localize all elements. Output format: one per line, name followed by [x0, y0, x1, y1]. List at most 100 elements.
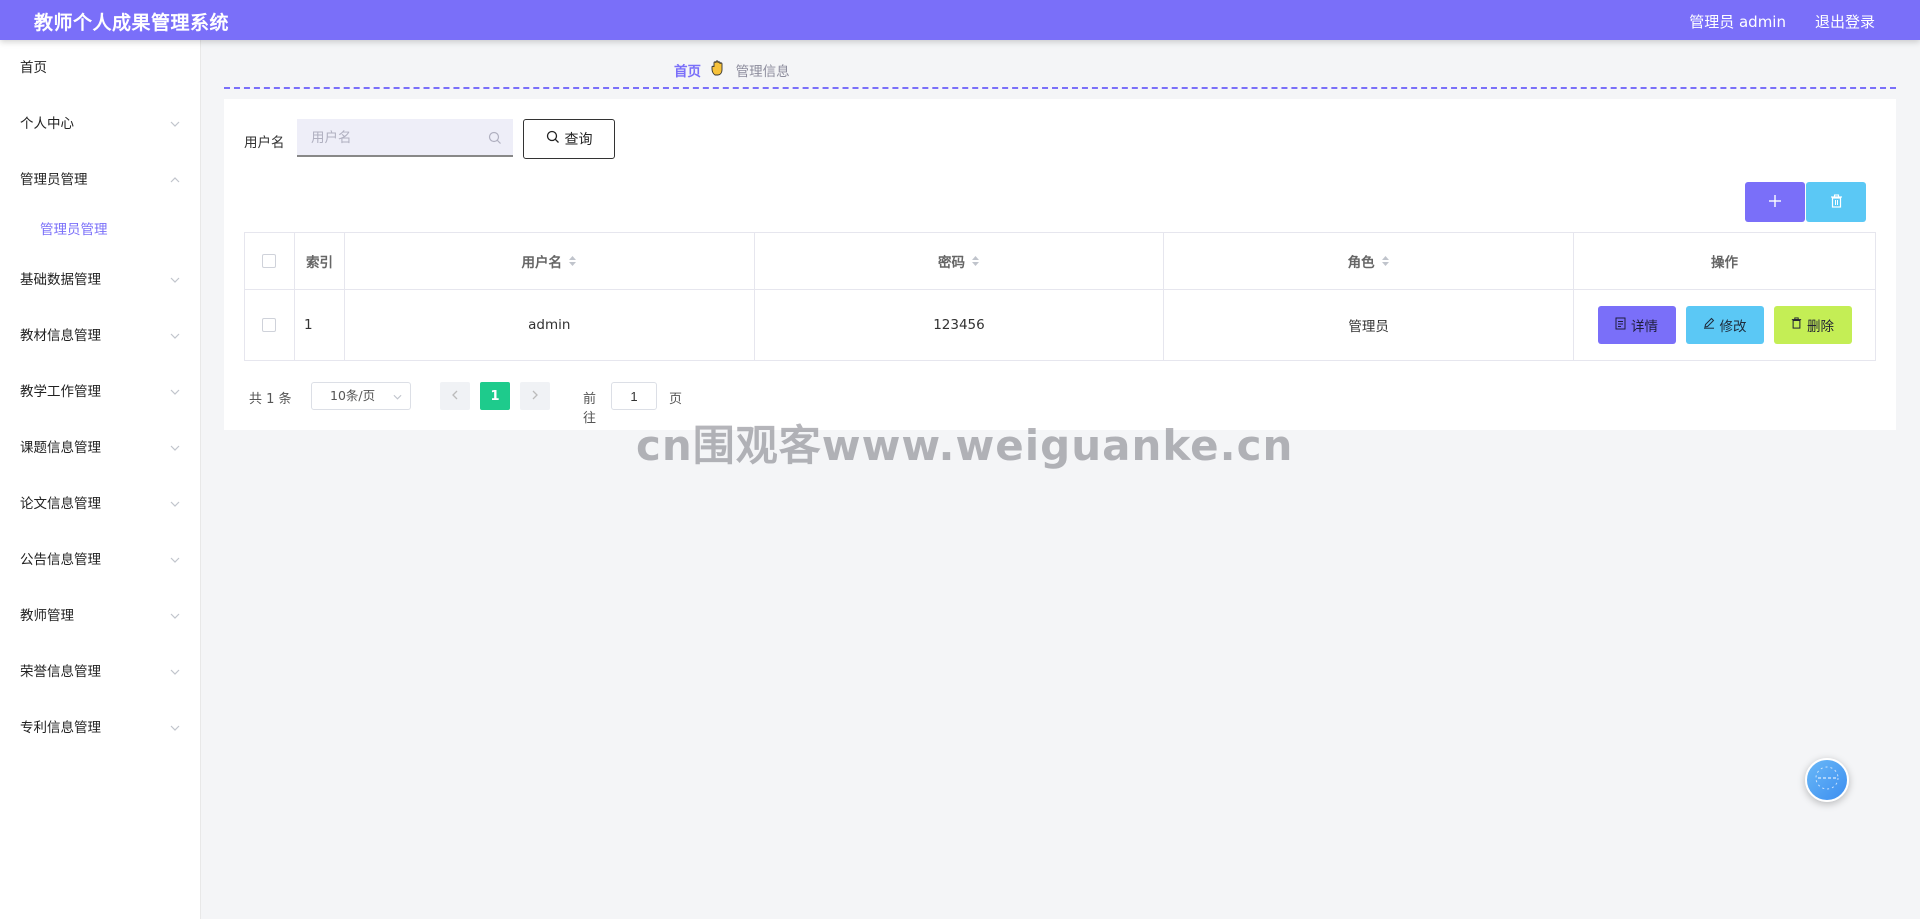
edit-icon [1703, 317, 1715, 333]
breadcrumb-current: 管理信息 [735, 64, 790, 80]
page-size-select[interactable]: 10条/页 [311, 382, 411, 410]
column-header-label: 用户名 [521, 255, 563, 271]
sidebar-item-textbook[interactable]: 教材信息管理 [0, 308, 200, 364]
chevron-down-icon [393, 383, 402, 409]
chevron-down-icon [170, 700, 180, 756]
document-icon [1615, 317, 1626, 334]
column-header-index: 索引 [293, 232, 345, 290]
dial-icon [1814, 765, 1840, 795]
page-size-value: 10条/页 [330, 388, 376, 403]
sidebar-item-basic-data[interactable]: 基础数据管理 [0, 252, 200, 308]
chevron-down-icon [170, 364, 180, 420]
delete-button[interactable]: 删除 [1773, 306, 1852, 344]
row-checkbox[interactable] [262, 318, 277, 332]
page-number-current[interactable]: 1 [480, 382, 510, 410]
select-all-cell [244, 232, 295, 290]
trash-icon [1830, 193, 1843, 212]
add-button[interactable] [1745, 182, 1805, 222]
sidebar-item-patent[interactable]: 专利信息管理 [0, 700, 200, 756]
chevron-down-icon [170, 308, 180, 364]
table-header-row: 索引 用户名 密码 角色 操作 [244, 232, 1876, 290]
content-card: 用户名 查询 索引 用户名 [224, 99, 1896, 430]
plus-icon [1768, 192, 1782, 213]
sidebar-item-personal-center[interactable]: 个人中心 [0, 96, 200, 152]
column-header-label: 角色 [1347, 255, 1375, 271]
app-title: 教师个人成果管理系统 [34, 12, 230, 34]
edit-button[interactable]: 修改 [1685, 306, 1764, 344]
cell-password: 123456 [753, 289, 1165, 361]
sidebar-item-teacher[interactable]: 教师管理 [0, 588, 200, 644]
next-page-button[interactable] [520, 382, 550, 410]
cell-index: 1 [293, 289, 345, 361]
sidebar-item-label: 首页 [20, 60, 47, 76]
column-header-label: 密码 [937, 255, 965, 271]
sidebar-item-label: 荣誉信息管理 [20, 664, 101, 680]
breadcrumb: 首页 管理信息 [674, 60, 790, 80]
column-header-role[interactable]: 角色 [1163, 232, 1574, 290]
floating-action-button[interactable] [1805, 758, 1849, 802]
chevron-down-icon [170, 588, 180, 644]
sidebar-item-label: 个人中心 [20, 116, 74, 132]
data-table: 索引 用户名 密码 角色 操作 1 admin 123456 管理员 详情 修改… [244, 232, 1876, 361]
chevron-down-icon [170, 476, 180, 532]
sidebar-item-label: 专利信息管理 [20, 720, 101, 736]
sidebar-item-label: 管理员管理 [20, 172, 88, 188]
select-all-checkbox[interactable] [262, 254, 277, 268]
sidebar-item-notice[interactable]: 公告信息管理 [0, 532, 200, 588]
sidebar-item-admin-management[interactable]: 管理员管理 [0, 152, 200, 208]
query-button[interactable]: 查询 [523, 119, 615, 159]
column-header-password[interactable]: 密码 [753, 232, 1165, 290]
sidebar-item-home[interactable]: 首页 [0, 40, 200, 96]
breadcrumb-home[interactable]: 首页 [674, 64, 701, 80]
chevron-down-icon [170, 532, 180, 588]
chevron-down-icon [170, 252, 180, 308]
sidebar-item-label: 课题信息管理 [20, 440, 101, 456]
prev-page-button[interactable] [440, 382, 470, 410]
chevron-down-icon [170, 644, 180, 700]
chevron-down-icon [170, 420, 180, 476]
top-bar: 教师个人成果管理系统 管理员 admin 退出登录 [0, 0, 1920, 40]
column-header-username[interactable]: 用户名 [343, 232, 755, 290]
sidebar-subitem-admin-management[interactable]: 管理员管理 [0, 208, 200, 252]
sidebar-item-paper[interactable]: 论文信息管理 [0, 476, 200, 532]
goto-page-input[interactable] [611, 382, 657, 410]
sidebar-item-label: 教材信息管理 [20, 328, 101, 344]
delete-button-label: 删除 [1807, 319, 1834, 335]
pagination-total: 共 1 条 [249, 392, 292, 407]
chevron-up-icon [170, 152, 180, 208]
sidebar-item-label: 教学工作管理 [20, 384, 101, 400]
cell-username: admin [343, 289, 755, 361]
sort-icon[interactable] [568, 255, 577, 271]
cell-role: 管理员 [1163, 289, 1574, 361]
batch-delete-button[interactable] [1806, 182, 1866, 222]
sort-icon[interactable] [971, 255, 980, 271]
goto-suffix: 页 [669, 392, 683, 407]
chevron-left-icon [452, 389, 458, 404]
sidebar-item-honor[interactable]: 荣誉信息管理 [0, 644, 200, 700]
chevron-down-icon [170, 96, 180, 152]
edit-button-label: 修改 [1719, 319, 1747, 335]
search-label: 用户名 [244, 135, 285, 151]
sidebar-item-project[interactable]: 课题信息管理 [0, 420, 200, 476]
query-button-label: 查询 [564, 132, 593, 148]
goto-label: 前往 [583, 392, 597, 426]
detail-button[interactable]: 详情 [1597, 306, 1676, 344]
search-icon [546, 130, 560, 148]
sort-icon[interactable] [1381, 255, 1390, 271]
username-search-input[interactable] [297, 119, 513, 157]
logout-button[interactable]: 退出登录 [1815, 11, 1875, 32]
divider [224, 87, 1896, 89]
sidebar-item-label: 基础数据管理 [20, 272, 101, 288]
search-icon [488, 130, 502, 149]
sidebar-item-label: 论文信息管理 [20, 496, 101, 512]
row-select-cell [244, 289, 295, 361]
watermark: cn围观客www.weiguanke.cn [636, 421, 1294, 470]
hand-icon [711, 60, 725, 80]
current-user: 管理员 admin [1689, 13, 1786, 31]
cell-actions: 详情 修改 删除 [1573, 289, 1876, 361]
sidebar: 首页 个人中心 管理员管理 管理员管理 基础数据管理 教材信息管理 教学工作管理… [0, 40, 201, 919]
column-header-actions: 操作 [1573, 232, 1876, 290]
detail-button-label: 详情 [1631, 319, 1658, 335]
chevron-right-icon [532, 389, 538, 404]
sidebar-item-teaching-work[interactable]: 教学工作管理 [0, 364, 200, 420]
